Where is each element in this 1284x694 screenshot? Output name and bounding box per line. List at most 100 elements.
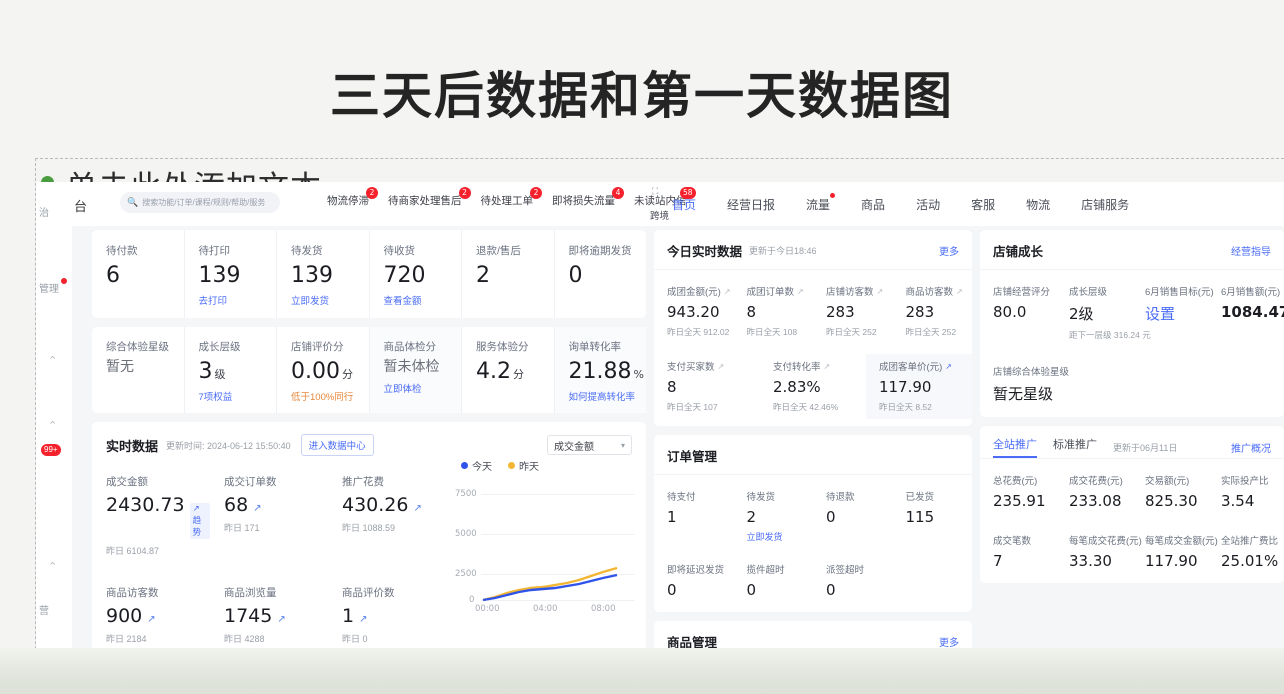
- rt-metric-3[interactable]: 商品访客数 900↗ 昨日 2184: [92, 577, 210, 651]
- rt-metric-4[interactable]: 商品浏览量 1745↗ 昨日 4288: [210, 577, 328, 651]
- rail-item-2[interactable]: 营: [39, 602, 49, 617]
- promo-metric-1[interactable]: 成交花费(元) 233.08: [1056, 468, 1132, 516]
- alert-item-1[interactable]: 待商家处理售后 2: [388, 193, 462, 208]
- shop-growth-grid: 店铺经营评分 80.0 成长层级 2级 距下一层级 316.24 元 6月销售目…: [980, 270, 1284, 417]
- rail-item-0[interactable]: 治: [39, 204, 49, 219]
- om-metric-6[interactable]: 派签超时 0: [813, 557, 893, 605]
- tab-activities[interactable]: 活动: [916, 196, 940, 213]
- trend-icon-0[interactable]: ↗: [724, 287, 731, 296]
- om-metric-0[interactable]: 待支付 1: [654, 484, 734, 549]
- promo-metric-7[interactable]: 全站推广费比 25.01%: [1208, 528, 1284, 576]
- tab-标准推广[interactable]: 标准推广: [1053, 436, 1097, 458]
- order-stat-link-1[interactable]: 去打印: [199, 293, 277, 307]
- today-metric-0[interactable]: 成团金额(元)↗ 943.20 昨日全天 912.02: [654, 279, 734, 344]
- score-stat-1[interactable]: 成长层级 3级 7项权益: [184, 327, 277, 413]
- trend-icon-3[interactable]: ↗: [956, 287, 963, 296]
- score-stat-link-1[interactable]: 7项权益: [199, 389, 277, 403]
- rail-chevron-up-icon-3[interactable]: ⌃: [48, 560, 57, 573]
- om-metric-2[interactable]: 待退款 0: [813, 484, 893, 549]
- legend-item-today[interactable]: 今天: [461, 458, 492, 473]
- today-metric-6[interactable]: 成团客单价(元)↗ 117.90 昨日全天 8.52: [866, 354, 972, 419]
- cross-border-icon[interactable]: ⛶: [652, 186, 658, 197]
- order-stat-2[interactable]: 待发货 139 立即发货: [276, 230, 369, 318]
- trend-icon-6[interactable]: ↗: [945, 362, 952, 371]
- tab-daily-report[interactable]: 经营日报: [727, 196, 775, 213]
- om-metric-4[interactable]: 即将延迟发货 0: [654, 557, 734, 605]
- rail-chevron-up-icon-2[interactable]: ⌃: [48, 419, 57, 432]
- tab-customer-service[interactable]: 客服: [971, 196, 995, 213]
- rt-metric-5[interactable]: 商品评价数 1↗ 昨日 0: [328, 577, 446, 651]
- tab-products[interactable]: 商品: [861, 196, 885, 213]
- score-stat-link-3[interactable]: 立即体检: [384, 381, 462, 395]
- trend-chart-icon-5[interactable]: ↗: [359, 614, 367, 625]
- om-metric-5[interactable]: 揽件超时 0: [734, 557, 814, 605]
- trend-chart-icon-4[interactable]: ↗: [277, 614, 285, 625]
- sg-metric-2[interactable]: 6月销售目标(元) 设置: [1132, 279, 1208, 347]
- rail-item-1[interactable]: 管理: [39, 280, 59, 295]
- promo-metric-3[interactable]: 实际投产比 3.54: [1208, 468, 1284, 516]
- search-placeholder: 搜索功能/订单/课程/规则/帮助/服务: [142, 197, 265, 208]
- order-stat-4[interactable]: 退款/售后 2: [461, 230, 554, 318]
- trend-icon-5[interactable]: ↗: [824, 362, 831, 371]
- promo-metric-5[interactable]: 每笔成交花费(元) 33.30: [1056, 528, 1132, 576]
- product-manage-more-link[interactable]: 更多: [939, 634, 959, 649]
- promo-metric-0[interactable]: 总花费(元) 235.91: [980, 468, 1056, 516]
- trend-icon-1[interactable]: ↗: [797, 287, 804, 296]
- alert-item-2[interactable]: 待处理工单 2: [481, 193, 534, 208]
- tab-traffic[interactable]: 流量: [806, 196, 830, 213]
- enter-data-center-button[interactable]: 进入数据中心: [301, 434, 374, 456]
- trend-chart-icon-2[interactable]: ↗: [413, 503, 421, 514]
- set-sales-target-link[interactable]: 设置: [1145, 303, 1208, 324]
- today-metric-2[interactable]: 店铺访客数↗ 283 昨日全天 252: [813, 279, 893, 344]
- today-metric-3[interactable]: 商品访客数↗ 283 昨日全天 252: [893, 279, 973, 344]
- score-stat-4[interactable]: 服务体验分 4.2分: [461, 327, 554, 413]
- today-metric-4[interactable]: 支付买家数↗ 8 昨日全天 107: [654, 354, 760, 419]
- today-metric-5[interactable]: 支付转化率↗ 2.83% 昨日全天 42.46%: [760, 354, 866, 419]
- promo-metric-2[interactable]: 交易额(元) 825.30: [1132, 468, 1208, 516]
- today-realtime-more-link[interactable]: 更多: [939, 243, 959, 258]
- rail-chevron-up-icon-1[interactable]: ⌃: [48, 354, 57, 367]
- today-metric-1[interactable]: 成团订单数↗ 8 昨日全天 108: [734, 279, 814, 344]
- score-stat-link-2[interactable]: 低于100%同行: [291, 389, 369, 403]
- order-stat-3[interactable]: 待收货 720 查看金额: [369, 230, 462, 318]
- order-stat-link-2[interactable]: 立即发货: [291, 293, 369, 307]
- search-input[interactable]: 🔍 搜索功能/订单/课程/规则/帮助/服务: [120, 192, 280, 213]
- order-stat-0[interactable]: 待付款 6: [92, 230, 184, 318]
- metric-select[interactable]: 成交金额 ▾: [547, 435, 632, 455]
- sg-metric-0[interactable]: 店铺经营评分 80.0: [980, 279, 1056, 347]
- tab-home[interactable]: 首页: [672, 196, 696, 213]
- order-stat-1[interactable]: 待打印 139 去打印: [184, 230, 277, 318]
- trend-pill-0[interactable]: ↗ 趋势: [190, 503, 210, 539]
- order-stat-link-3[interactable]: 查看金额: [384, 293, 462, 307]
- trend-chart-icon-1[interactable]: ↗: [253, 503, 261, 514]
- rail-badge[interactable]: 99+: [41, 444, 61, 456]
- trend-icon-4[interactable]: ↗: [718, 362, 725, 371]
- om-metric-3[interactable]: 已发货 115: [893, 484, 973, 549]
- om-metric-1[interactable]: 待发货 2 立即发货: [734, 484, 814, 549]
- tab-shop-services[interactable]: 店铺服务: [1081, 196, 1129, 213]
- promotion-overview-link[interactable]: 推广概况: [1231, 440, 1271, 455]
- tab-logistics[interactable]: 物流: [1026, 196, 1050, 213]
- om-link-1[interactable]: 立即发货: [747, 530, 814, 543]
- sg-metric-1[interactable]: 成长层级 2级 距下一层级 316.24 元: [1056, 279, 1132, 347]
- rt-metric-2[interactable]: 推广花费 430.26↗ 昨日 1088.59: [328, 466, 446, 563]
- sg-metric-3[interactable]: 6月销售额(元) 1084.47: [1208, 279, 1284, 347]
- trend-chart-icon-3[interactable]: ↗: [147, 614, 155, 625]
- business-guide-link[interactable]: 经营指导: [1231, 243, 1271, 258]
- tab-全站推广[interactable]: 全站推广: [993, 436, 1037, 458]
- score-stat-link-5[interactable]: 如何提高转化率: [569, 389, 647, 403]
- score-stat-0[interactable]: 综合体验星级 暂无: [92, 327, 184, 413]
- alert-item-0[interactable]: 物流停滞 2: [327, 193, 369, 208]
- score-stat-2[interactable]: 店铺评价分 0.00分 低于100%同行: [276, 327, 369, 413]
- order-stat-5[interactable]: 即将逾期发货 0: [554, 230, 647, 318]
- promo-metric-6[interactable]: 每笔成交金额(元) 117.90: [1132, 528, 1208, 576]
- trend-icon-2[interactable]: ↗: [877, 287, 884, 296]
- legend-item-yesterday[interactable]: 昨天: [508, 458, 539, 473]
- promo-metric-4[interactable]: 成交笔数 7: [980, 528, 1056, 576]
- rt-metric-1[interactable]: 成交订单数 68↗ 昨日 171: [210, 466, 328, 563]
- alert-item-3[interactable]: 即将损失流量 4: [552, 193, 615, 208]
- rt-metric-0[interactable]: 成交金额 2430.73↗ 趋势 昨日 6104.87: [92, 466, 210, 563]
- chart-legend: 今天 昨天: [461, 458, 635, 473]
- score-stat-5[interactable]: 询单转化率 21.88% 如何提高转化率: [554, 327, 647, 413]
- score-stat-3[interactable]: 商品体检分 暂未体检 立即体检: [369, 327, 462, 413]
